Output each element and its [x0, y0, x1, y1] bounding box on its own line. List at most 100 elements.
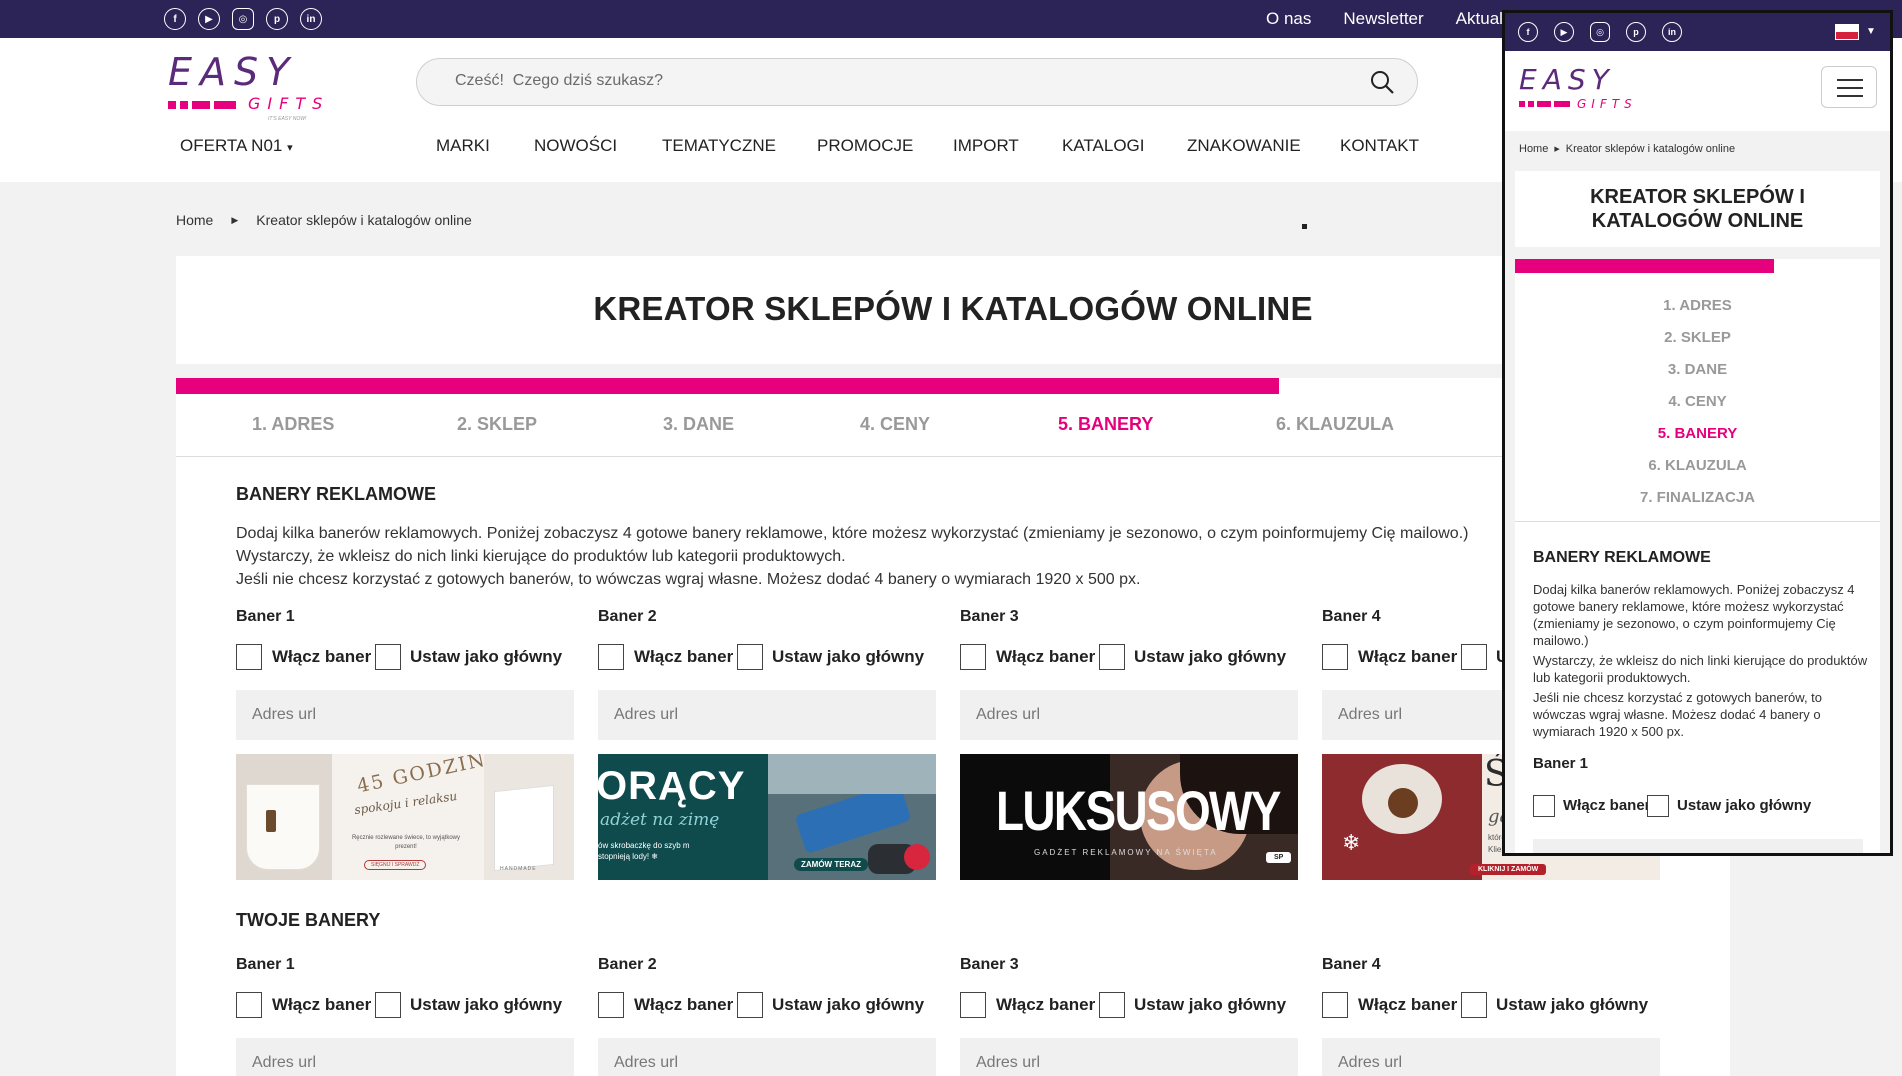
- banner-label: Baner 2: [598, 956, 657, 973]
- breadcrumb-home[interactable]: Home: [1519, 143, 1548, 155]
- nav-tematyczne[interactable]: TEMATYCZNE: [662, 136, 776, 156]
- linkedin-icon[interactable]: in: [1662, 22, 1682, 42]
- enable-banner-checkbox[interactable]: [236, 992, 262, 1018]
- set-main-checkbox[interactable]: [1099, 992, 1125, 1018]
- url-field: [960, 1038, 1298, 1076]
- mobile-title-panel: KREATOR SKLEPÓW I KATALOGÓW ONLINE: [1515, 171, 1880, 247]
- logo[interactable]: EASY GIFTS IT'S EASY NOW!: [168, 52, 330, 122]
- nav-marki[interactable]: MARKI: [436, 136, 490, 156]
- mobile-logo[interactable]: EASY GIFTS: [1519, 65, 1649, 119]
- set-main-checkbox[interactable]: [737, 992, 763, 1018]
- linkedin-icon[interactable]: in: [300, 8, 322, 30]
- set-main-checkbox[interactable]: [375, 992, 401, 1018]
- url-input[interactable]: [598, 690, 936, 740]
- mobile-page-title: KREATOR SKLEPÓW I KATALOGÓW ONLINE: [1515, 185, 1880, 233]
- breadcrumb-home[interactable]: Home: [176, 212, 213, 228]
- enable-banner-checkbox[interactable]: [598, 644, 624, 670]
- banner-label: Baner 4: [1322, 608, 1381, 625]
- url-input[interactable]: [1322, 1038, 1660, 1076]
- set-main-checkbox[interactable]: [1647, 795, 1669, 817]
- progress-bar: [176, 378, 1280, 394]
- enable-banner-checkbox[interactable]: [960, 644, 986, 670]
- nav-promocje[interactable]: PROMOCJE: [817, 136, 913, 156]
- banner-text: SIĘGNIJ I SPRAWDŹ: [364, 860, 427, 870]
- step-klauzula[interactable]: 6. KLAUZULA: [1515, 457, 1880, 489]
- breadcrumb-current: Kreator sklepów i katalogów online: [256, 212, 472, 228]
- top-link-o-nas[interactable]: O nas: [1266, 9, 1311, 29]
- mobile-top-bar: f ▶ ◎ p in ▼: [1505, 13, 1890, 51]
- hamburger-menu-icon[interactable]: [1821, 66, 1877, 108]
- nav-oferta[interactable]: OFERTA N01 ▾: [180, 136, 293, 156]
- set-main-checkbox[interactable]: [1461, 992, 1487, 1018]
- nav-nowosci[interactable]: NOWOŚCI: [534, 136, 617, 156]
- pinterest-icon[interactable]: p: [1626, 22, 1646, 42]
- search-input[interactable]: [455, 59, 1355, 103]
- url-input[interactable]: [598, 1038, 936, 1076]
- set-main-label: Ustaw jako główny: [1134, 995, 1287, 1014]
- banner-image-luxury[interactable]: LUKSUSOWY GADŻET REKLAMOWY NA ŚWIĘTA SP: [960, 754, 1298, 880]
- enable-banner-label: Włącz baner: [272, 995, 372, 1014]
- url-input[interactable]: [236, 690, 574, 740]
- url-input[interactable]: [236, 1038, 574, 1076]
- step-klauzula[interactable]: 6. KLAUZULA: [1276, 414, 1394, 435]
- logo-gifts: GIFTS: [248, 94, 330, 113]
- enable-banner-checkbox[interactable]: [1322, 992, 1348, 1018]
- step-banery[interactable]: 5. BANERY: [1515, 425, 1880, 457]
- step-dane[interactable]: 3. DANE: [663, 414, 734, 435]
- set-main-label: Ustaw jako główny: [772, 647, 925, 666]
- banner-text: ORĄCY: [598, 764, 746, 808]
- search-icon[interactable]: [1369, 69, 1395, 95]
- step-ceny[interactable]: 4. CENY: [1515, 393, 1880, 425]
- set-main-checkbox[interactable]: [737, 644, 763, 670]
- nav-kontakt[interactable]: KONTAKT: [1340, 136, 1419, 156]
- step-adres[interactable]: 1. ADRES: [252, 414, 334, 435]
- polish-flag-icon[interactable]: [1835, 24, 1859, 40]
- set-main-checkbox[interactable]: [375, 644, 401, 670]
- enable-banner-label: Włącz baner: [1358, 647, 1458, 666]
- instagram-icon[interactable]: ◎: [1590, 22, 1610, 42]
- enable-banner-checkbox[interactable]: [1322, 644, 1348, 670]
- youtube-icon[interactable]: ▶: [198, 8, 220, 30]
- mobile-wizard-steps: 1. ADRES 2. SKLEP 3. DANE 4. CENY 5. BAN…: [1515, 297, 1880, 521]
- url-input[interactable]: [1533, 839, 1863, 853]
- nav-oferta-label: OFERTA N01: [180, 136, 283, 155]
- step-ceny[interactable]: 4. CENY: [860, 414, 930, 435]
- step-banery[interactable]: 5. BANERY: [1058, 414, 1153, 435]
- top-link-newsletter[interactable]: Newsletter: [1343, 9, 1423, 29]
- enable-banner-checkbox[interactable]: [1533, 795, 1555, 817]
- step-sklep[interactable]: 2. SKLEP: [1515, 329, 1880, 361]
- enable-banner-checkbox[interactable]: [598, 992, 624, 1018]
- logo-easy: EASY: [1519, 63, 1615, 96]
- youtube-icon[interactable]: ▶: [1554, 22, 1574, 42]
- step-adres[interactable]: 1. ADRES: [1515, 297, 1880, 329]
- url-input[interactable]: [960, 690, 1298, 740]
- caret-down-icon: ▾: [287, 142, 293, 154]
- desc-line-1: Dodaj kilka banerów reklamowych. Poniżej…: [1533, 582, 1855, 648]
- step-sklep[interactable]: 2. SKLEP: [457, 414, 537, 435]
- enable-banner-label: Włącz baner: [996, 647, 1096, 666]
- instagram-icon[interactable]: ◎: [232, 8, 254, 30]
- snowflake-icon: ❄: [1342, 830, 1361, 855]
- facebook-icon[interactable]: f: [1518, 22, 1538, 42]
- banner-image-candles[interactable]: HANDMADE 45 GODZIN spokoju i relaksu Ręc…: [236, 754, 574, 880]
- step-finalizacja[interactable]: 7. FINALIZACJA: [1515, 489, 1880, 521]
- nav-katalogi[interactable]: KATALOGI: [1062, 136, 1145, 156]
- caret-down-icon[interactable]: ▼: [1866, 26, 1876, 37]
- banner-text: ów skrobaczkę do szyb m stopnieją lody! …: [598, 841, 690, 861]
- logo-dots: [168, 101, 236, 109]
- facebook-icon[interactable]: f: [164, 8, 186, 30]
- set-main-checkbox[interactable]: [1461, 644, 1487, 670]
- banner-label: Baner 4: [1322, 956, 1381, 973]
- nav-znakowanie[interactable]: ZNAKOWANIE: [1187, 136, 1301, 156]
- url-input[interactable]: [960, 1038, 1298, 1076]
- set-main-checkbox[interactable]: [1099, 644, 1125, 670]
- step-dane[interactable]: 3. DANE: [1515, 361, 1880, 393]
- top-link-aktualnosci[interactable]: Aktuali: [1456, 9, 1507, 29]
- banner-label: Baner 3: [960, 956, 1019, 973]
- enable-banner-checkbox[interactable]: [960, 992, 986, 1018]
- set-main-label: Ustaw jako główny: [410, 647, 563, 666]
- enable-banner-checkbox[interactable]: [236, 644, 262, 670]
- banner-image-ice-scraper[interactable]: ORĄCY adżet na zimę ów skrobaczkę do szy…: [598, 754, 936, 880]
- pinterest-icon[interactable]: p: [266, 8, 288, 30]
- nav-import[interactable]: IMPORT: [953, 136, 1019, 156]
